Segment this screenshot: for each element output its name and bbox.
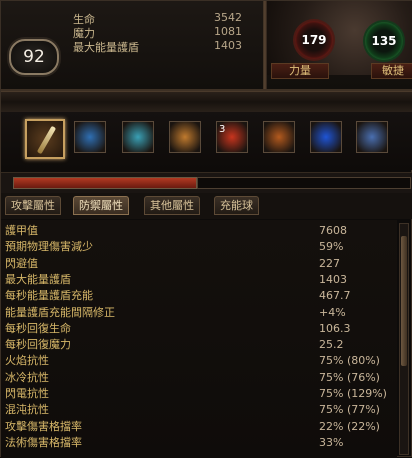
attribute-value: +4% [319, 305, 346, 319]
life-value: 3542 [214, 11, 242, 24]
attribute-value: 75% (77%) [319, 403, 380, 417]
attribute-value: 59% [319, 240, 344, 254]
armored-figure-icon[interactable] [356, 121, 388, 153]
tab-charges[interactable]: 充能球 [214, 196, 259, 215]
attribute-label: 閃電抗性 [5, 387, 49, 400]
attribute-row: 混沌抗性 75% (77%) [1, 402, 397, 418]
tab-defense[interactable]: 防禦屬性 [73, 196, 129, 215]
attribute-row: 每秒能量護盾充能 467.7 [1, 288, 397, 304]
attribute-label: 最大能量護盾 [5, 272, 71, 286]
skill-count: 3 [219, 124, 226, 135]
energy-shield-value: 1403 [214, 39, 242, 52]
attribute-value: 106.3 [319, 321, 351, 335]
dexterity-label: 敏捷 [371, 63, 412, 79]
progress-fill [14, 178, 196, 188]
attribute-label: 預期物理傷害減少 [5, 240, 93, 254]
strength-orb: 179 [295, 21, 333, 59]
attribute-label: 混沌抗性 [5, 403, 49, 417]
blue-portal-icon[interactable] [310, 121, 342, 153]
attribute-value: 75% (80%) [319, 354, 380, 368]
mana-value: 1081 [214, 25, 242, 38]
attribute-label: 攻擊傷害格擋率 [5, 419, 82, 433]
attribute-value: 227 [319, 256, 340, 270]
blue-rune-icon[interactable] [74, 121, 106, 153]
attribute-row: 攻擊傷害格擋率 22% (22%) [1, 419, 397, 435]
sword-blade-icon [36, 125, 57, 155]
scrollbar-thumb[interactable] [401, 236, 407, 366]
attribute-label: 法術傷害格擋率 [5, 435, 82, 449]
attribute-row: 每秒回復生命 106.3 [1, 321, 397, 337]
attribute-value: 22% (22%) [319, 419, 380, 433]
tab-misc[interactable]: 其他屬性 [144, 196, 200, 215]
ornamental-divider [1, 91, 412, 113]
tab-offense[interactable]: 攻擊屬性 [5, 196, 61, 215]
attribute-row: 能量護盾充能間隔修正 +4% [1, 305, 397, 321]
attribute-label: 每秒回復魔力 [5, 338, 71, 352]
attribute-row: 最大能量護盾 1403 [1, 272, 397, 288]
progress-track [197, 177, 411, 189]
attribute-value: 1403 [319, 272, 347, 286]
orange-rune-icon[interactable] [169, 121, 201, 153]
attribute-value: 33% [319, 435, 344, 449]
blue-beast-icon[interactable] [122, 121, 154, 153]
scrollbar[interactable] [399, 223, 409, 455]
dexterity-orb: 135 [365, 22, 403, 60]
attribute-row: 每秒回復魔力 25.2 [1, 337, 397, 353]
attribute-row: 冰冷抗性 75% (76%) [1, 370, 397, 386]
attribute-value: 7608 [319, 224, 347, 237]
tab-strip [1, 193, 412, 219]
attribute-row: 閃電抗性 75% (129%) [1, 386, 397, 402]
progress-bar [13, 177, 197, 189]
attribute-list: 護甲值 7608 預期物理傷害減少 59% 閃避值 227 最大能量護盾 1403 每秒能量護盾… [1, 220, 397, 458]
attribute-label: 冰冷抗性 [5, 370, 49, 384]
energy-shield-label: 最大能量護盾 [73, 41, 139, 54]
attribute-row: 閃避值 227 [1, 256, 397, 272]
attribute-label: 每秒能量護盾充能 [5, 289, 93, 303]
attribute-label: 能量護盾充能間隔修正 [5, 305, 115, 319]
attribute-row: 法術傷害格擋率 33% [1, 435, 397, 451]
level-badge: 92 [9, 39, 59, 75]
attribute-row: 預期物理傷害減少 59% [1, 239, 397, 255]
flame-rune-icon[interactable] [263, 121, 295, 153]
attribute-row: 火焰抗性 75% (80%) [1, 353, 397, 369]
attribute-row: 護甲值 7608 [1, 223, 397, 239]
attribute-label: 護甲值 [5, 224, 38, 237]
red-runner-icon[interactable]: 3 [216, 121, 248, 153]
attribute-value: 25.2 [319, 338, 344, 352]
character-panel: 92 生命 3542 魔力 1081 最大能量護盾 1403 179 135 力… [0, 0, 412, 458]
sword-skill-icon[interactable] [25, 119, 65, 159]
attribute-value: 467.7 [319, 289, 351, 303]
attribute-label: 火焰抗性 [5, 354, 49, 368]
strength-label: 力量 [271, 63, 329, 79]
attribute-value: 75% (129%) [319, 387, 387, 400]
attribute-value: 75% (76%) [319, 370, 380, 384]
attribute-label: 每秒回復生命 [5, 321, 71, 335]
attribute-label: 閃避值 [5, 256, 38, 270]
